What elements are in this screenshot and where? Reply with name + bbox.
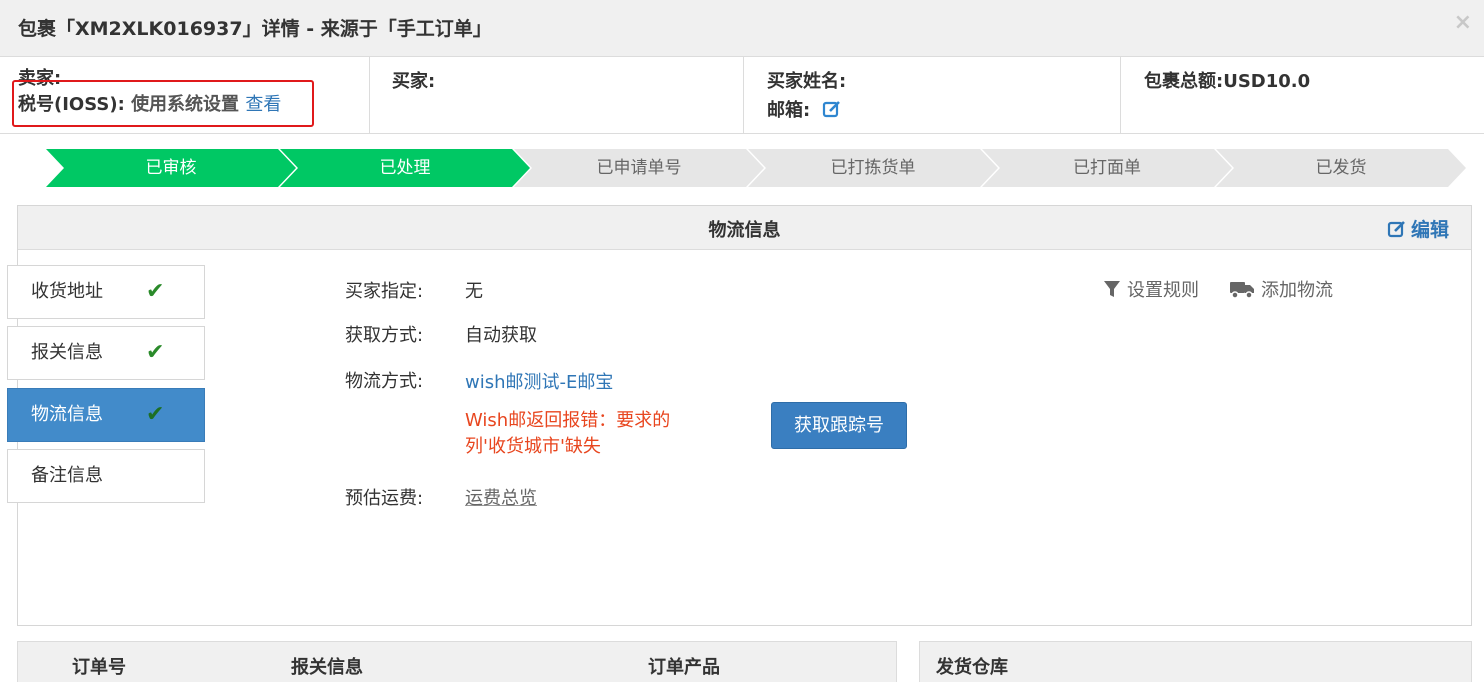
warehouse-header: 发货仓库 xyxy=(919,641,1472,682)
email-line: 邮箱: xyxy=(767,96,842,124)
col-order-no: 订单号 xyxy=(72,657,126,678)
side-nav-shipping-address[interactable]: 收货地址 ✔ xyxy=(7,265,205,319)
check-icon: ✔ xyxy=(146,402,165,427)
dialog-title: 包裹「XM2XLK016937」详情 - 来源于「手工订单」 xyxy=(18,18,492,40)
total-cell: 包裹总额:USD10.0 xyxy=(1121,57,1484,134)
step-shipped: 已发货 xyxy=(1216,149,1466,187)
highlight-box xyxy=(12,80,314,127)
filter-icon xyxy=(1104,281,1120,297)
logistics-panel: 物流信息 编辑 xyxy=(17,205,1472,626)
edit-button[interactable]: 编辑 xyxy=(1387,215,1449,242)
step-label: 已发货 xyxy=(1315,158,1367,178)
error-message: Wish邮返回报错：要求的列'收货城市'缺失 xyxy=(465,410,671,457)
col-warehouse: 发货仓库 xyxy=(936,657,1008,678)
step-label: 已处理 xyxy=(379,158,431,178)
col-order-products: 订单产品 xyxy=(648,657,720,678)
step-picklist-printed: 已打拣货单 xyxy=(748,149,998,187)
step-processed: 已处理 xyxy=(280,149,530,187)
orders-table-header: 订单号 报关信息 订单产品 xyxy=(17,641,897,682)
package-info-row: 卖家: 税号(IOSS): 使用系统设置 查看 买家: 买家姓名: 邮箱: 包裹… xyxy=(0,57,1484,134)
buyer-specified-value: 无 xyxy=(465,281,483,302)
buyer-specified-label: 买家指定: xyxy=(345,281,424,302)
seller-cell: 卖家: 税号(IOSS): 使用系统设置 查看 xyxy=(0,57,370,134)
side-nav-label: 备注信息 xyxy=(31,465,103,486)
fetch-method-value: 自动获取 xyxy=(465,325,537,346)
est-fee-label: 预估运费: xyxy=(345,488,424,509)
step-label: 已申请单号 xyxy=(596,158,682,178)
step-label: 已审核 xyxy=(145,158,197,178)
step-label: 已打拣货单 xyxy=(830,158,916,178)
progress-steps: 已审核 已处理 已申请单号 已打拣货单 已打面单 已发货 xyxy=(46,149,1466,187)
edit-email-icon[interactable] xyxy=(822,99,842,124)
close-icon[interactable]: × xyxy=(1454,10,1472,35)
fetch-method-label: 获取方式: xyxy=(345,325,424,346)
shipping-method-link[interactable]: wish邮测试-E邮宝 xyxy=(465,368,613,394)
panel-title: 物流信息 xyxy=(708,220,781,241)
col-customs-info: 报关信息 xyxy=(291,657,363,678)
panel-header: 物流信息 编辑 xyxy=(18,206,1471,250)
total-value: USD10.0 xyxy=(1223,71,1311,92)
set-rule-label: 设置规则 xyxy=(1127,280,1199,301)
email-label: 邮箱: xyxy=(767,100,811,121)
buyer-name-cell: 买家姓名: 邮箱: xyxy=(744,57,1121,134)
check-icon: ✔ xyxy=(146,340,165,365)
buyer-name-label: 买家姓名: xyxy=(767,71,847,92)
step-label-printed: 已打面单 xyxy=(982,149,1232,187)
side-nav-label: 收货地址 xyxy=(31,281,103,302)
step-label: 已打面单 xyxy=(1073,158,1141,178)
side-nav-label: 报关信息 xyxy=(31,342,103,363)
edit-label: 编辑 xyxy=(1410,219,1449,241)
step-tracking-applied: 已申请单号 xyxy=(514,149,764,187)
dialog-title-bar: 包裹「XM2XLK016937」详情 - 来源于「手工订单」 × xyxy=(0,0,1484,57)
fee-overview-link[interactable]: 运费总览 xyxy=(465,484,537,510)
total-line: 包裹总额:USD10.0 xyxy=(1144,67,1310,93)
total-label: 包裹总额: xyxy=(1144,71,1224,92)
get-tracking-button[interactable]: 获取跟踪号 xyxy=(771,402,907,449)
side-nav-logistics-info[interactable]: 物流信息 ✔ xyxy=(7,388,205,442)
add-logistics-label: 添加物流 xyxy=(1261,280,1333,301)
buyer-cell: 买家: xyxy=(370,57,744,134)
side-nav-notes-info[interactable]: 备注信息 xyxy=(7,449,205,503)
truck-icon xyxy=(1230,282,1254,299)
shipping-method-label: 物流方式: xyxy=(345,371,424,392)
buyer-label: 买家: xyxy=(392,71,436,92)
side-nav-label: 物流信息 xyxy=(31,404,103,425)
check-icon: ✔ xyxy=(146,279,165,304)
side-nav-customs-info[interactable]: 报关信息 ✔ xyxy=(7,326,205,380)
step-reviewed: 已审核 xyxy=(46,149,296,187)
set-rule-button[interactable]: 设置规则 xyxy=(1103,276,1199,302)
edit-icon xyxy=(1387,221,1405,238)
add-logistics-button[interactable]: 添加物流 xyxy=(1229,276,1333,302)
